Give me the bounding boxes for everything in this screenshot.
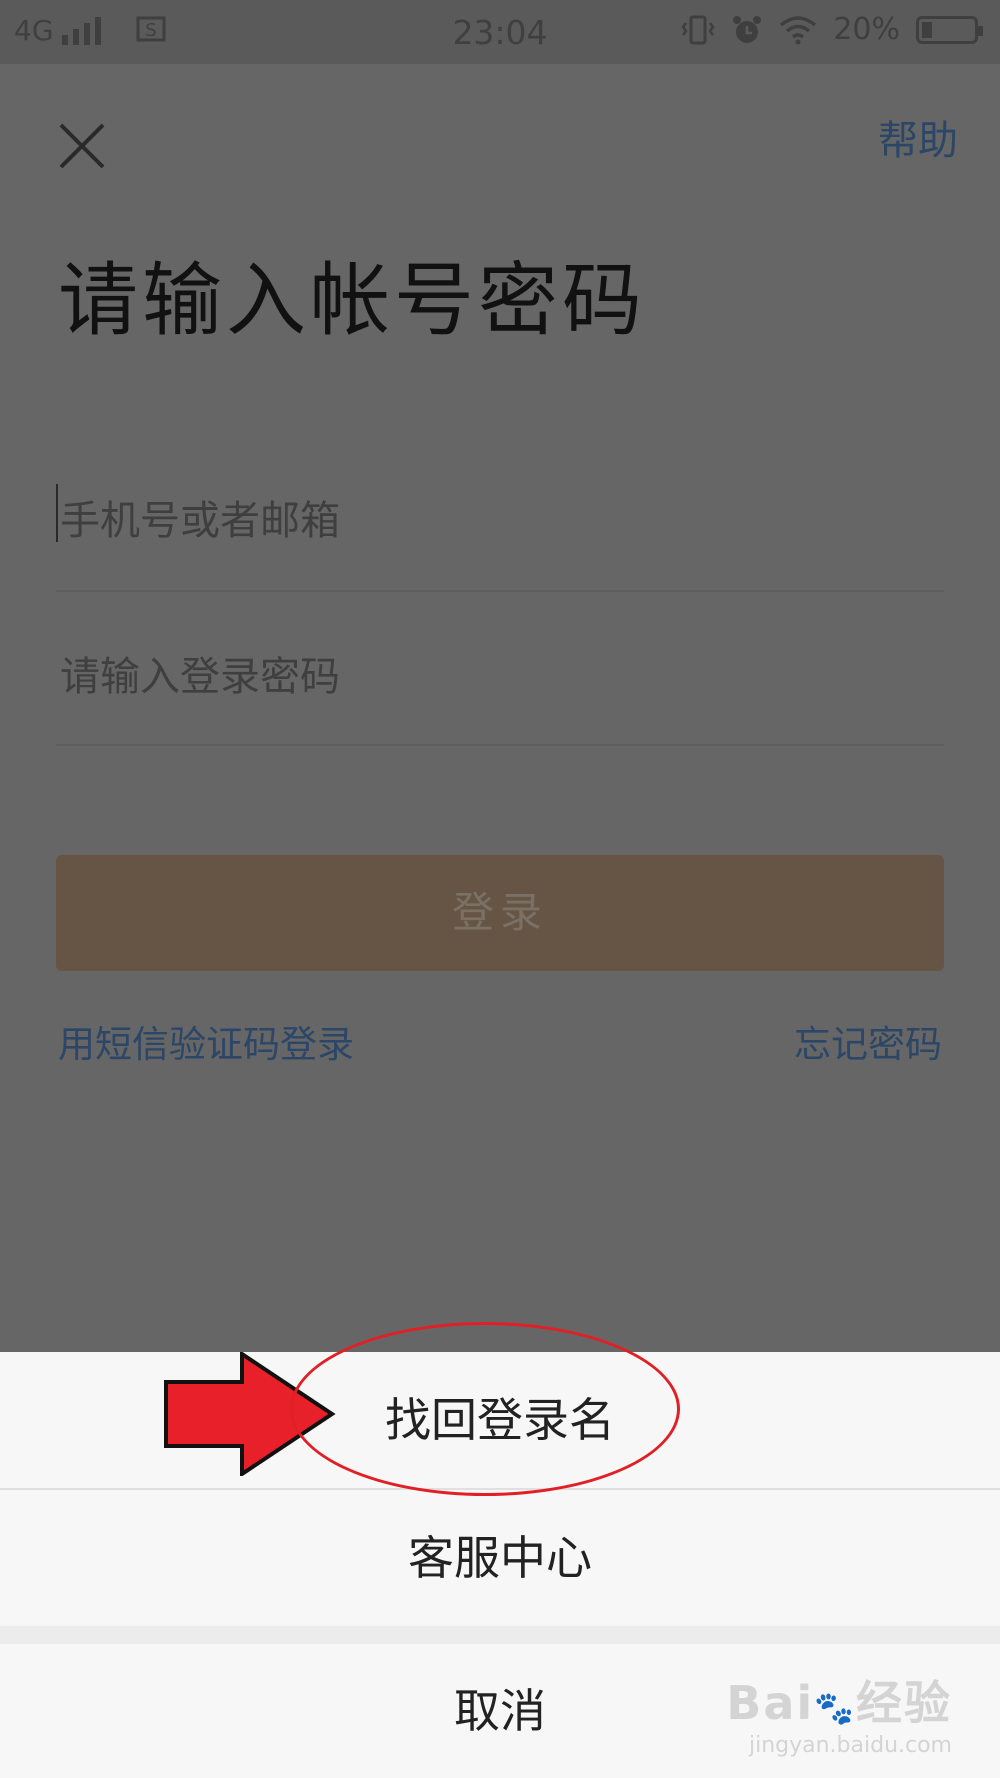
password-placeholder: 请输入登录密码 — [60, 654, 340, 700]
login-screen-dimmed: 4G S 23:04 20% 帮助 请输入帐号密码 手机号或者邮箱 请输入登录密… — [0, 0, 1000, 1352]
battery-percent: 20% — [833, 12, 900, 47]
battery-icon — [916, 15, 983, 44]
text-caret — [56, 484, 58, 542]
login-button[interactable]: 登录 — [56, 855, 944, 971]
close-icon[interactable] — [58, 122, 106, 170]
wifi-icon — [780, 15, 817, 44]
watermark-logo: Bai🐾经验 — [726, 1667, 952, 1733]
help-link[interactable]: 帮助 — [878, 108, 958, 166]
annotation-circle — [290, 1322, 680, 1496]
alarm-icon — [733, 15, 762, 43]
watermark: Bai🐾经验 jingyan.baidu.com — [726, 1667, 952, 1758]
status-bar: 4G S 23:04 20% — [0, 0, 1000, 64]
forgot-password-link[interactable]: 忘记密码 — [794, 1014, 942, 1068]
account-placeholder: 手机号或者邮箱 — [60, 498, 340, 544]
password-input[interactable]: 请输入登录密码 — [56, 594, 944, 746]
watermark-url: jingyan.baidu.com — [748, 1733, 952, 1758]
watermark-brand-a: Bai — [726, 1676, 815, 1730]
vibrate-icon — [681, 15, 715, 44]
page-title: 请输入帐号密码 — [58, 254, 646, 347]
paw-icon: 🐾 — [814, 1689, 856, 1727]
account-input[interactable]: 手机号或者邮箱 — [56, 440, 944, 592]
divider — [0, 1626, 1000, 1644]
watermark-brand-b: 经验 — [856, 1676, 952, 1730]
sms-login-link[interactable]: 用短信验证码登录 — [58, 1014, 354, 1068]
customer-service-option[interactable]: 客服中心 — [0, 1490, 1000, 1626]
